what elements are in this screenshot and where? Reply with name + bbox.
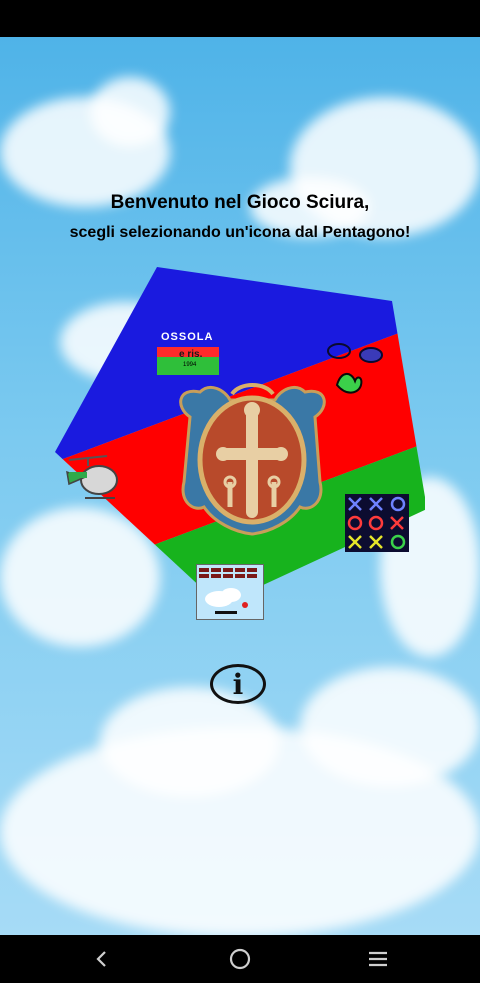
instruction-text: scegli selezionando un'icona dal Pentago…: [69, 224, 411, 241]
menu-button[interactable]: [348, 935, 408, 983]
cross-crest-icon[interactable]: [170, 382, 335, 537]
info-label: i: [232, 667, 244, 701]
ossola-label: OSSOLA: [161, 331, 214, 343]
cloud: [90, 77, 170, 147]
ossola-year: 1994: [183, 362, 197, 368]
navigation-bar: [0, 935, 480, 983]
ossola-flag-icon[interactable]: OSSOLA e ris. 1994: [157, 331, 219, 375]
ossola-sub: e ris.: [179, 349, 203, 360]
tic-tac-toe-icon[interactable]: [345, 494, 409, 552]
helicopter-icon[interactable]: [63, 454, 123, 504]
status-bar: [0, 0, 480, 37]
home-icon: [229, 948, 251, 970]
menu-icon: [369, 951, 387, 967]
info-button[interactable]: i: [210, 664, 266, 704]
back-icon: [96, 951, 106, 967]
back-button[interactable]: [72, 935, 132, 983]
welcome-title: Benvenuto nel Gioco Sciura,: [110, 192, 370, 213]
cloud: [100, 687, 280, 797]
cloud: [300, 667, 480, 787]
home-button[interactable]: [210, 935, 270, 983]
hands-icon[interactable]: [323, 341, 385, 401]
pentagon-menu: OSSOLA e ris. 1994: [55, 267, 425, 620]
brick-breaker-icon[interactable]: [196, 564, 264, 620]
